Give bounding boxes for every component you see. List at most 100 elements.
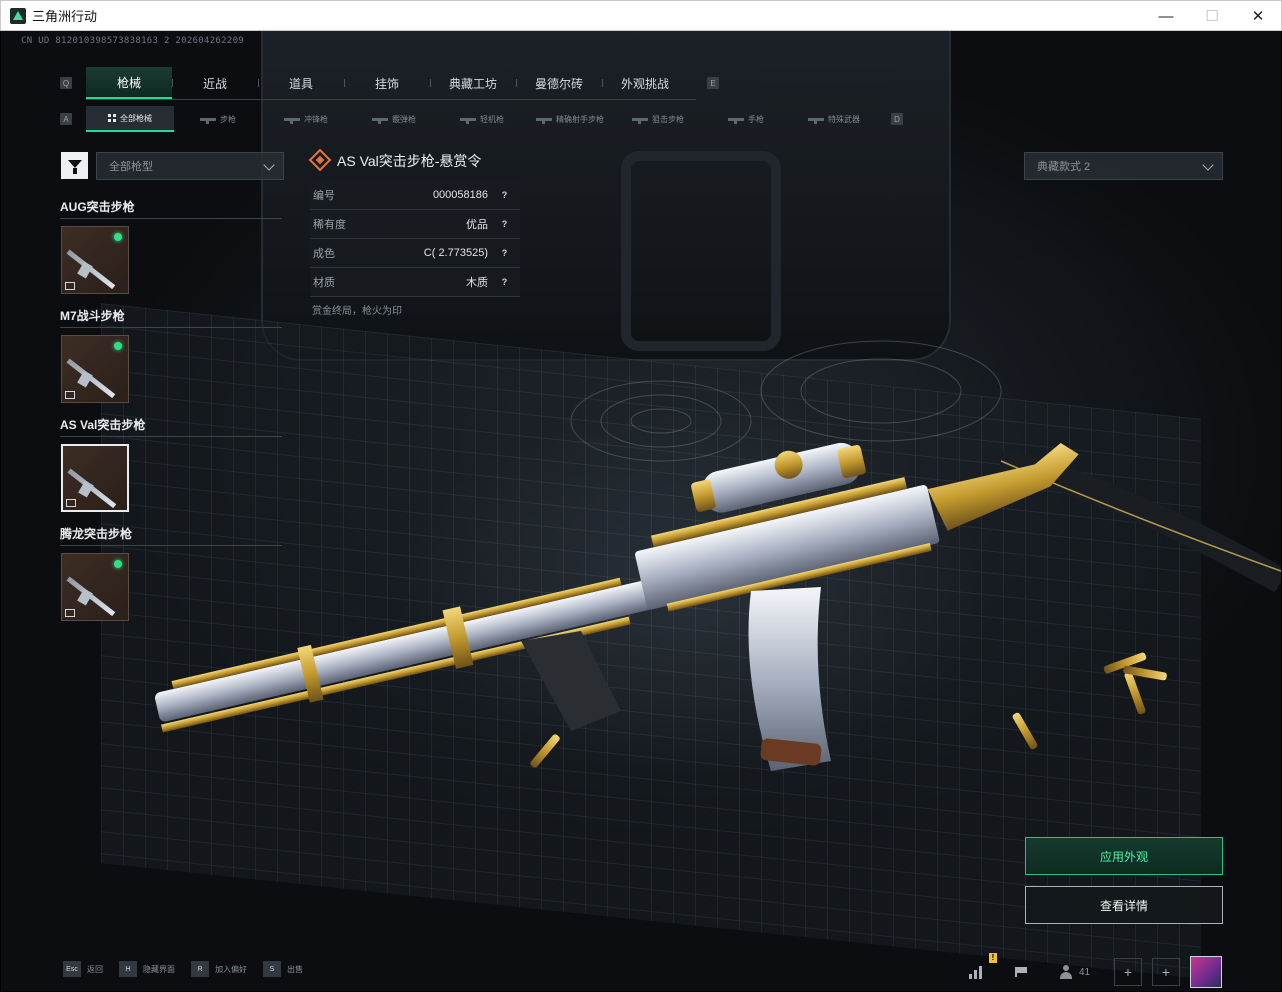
weapon-skin-thumbnail[interactable]	[61, 335, 129, 403]
weapon-skin-thumbnail[interactable]	[61, 226, 129, 294]
pistol-icon	[728, 117, 744, 124]
tabs-divider	[86, 99, 696, 100]
flag-button[interactable]	[1015, 957, 1027, 987]
hint-add-favorite[interactable]: R 加入偏好	[191, 961, 247, 977]
chevron-down-icon	[1202, 159, 1214, 171]
equipped-indicator-icon	[114, 342, 122, 350]
smg-icon	[284, 117, 300, 124]
subtab-sniper[interactable]: 狙击步枪	[614, 106, 702, 132]
equipped-indicator-icon	[114, 233, 122, 241]
gun-type-select-value: 全部枪型	[109, 161, 153, 173]
key-cap: Esc	[63, 961, 81, 977]
tab-melee[interactable]: 近战	[172, 67, 258, 99]
subtab-smg[interactable]: 冲锋枪	[262, 106, 350, 132]
dmr-icon	[536, 117, 552, 124]
image-icon	[65, 391, 75, 399]
plus-icon: +	[1114, 958, 1142, 986]
property-value: 000058186	[432, 189, 488, 201]
special-weapon-icon	[808, 117, 824, 124]
help-icon[interactable]: ?	[498, 247, 511, 260]
subtab-label: 手枪	[748, 114, 764, 124]
property-key: 编号	[313, 190, 335, 202]
next-subtab-key-hint: D	[891, 113, 903, 125]
sniper-icon	[632, 117, 648, 124]
window-titlebar[interactable]: 三角洲行动 — ☐ ✕	[0, 0, 1282, 31]
subtab-dmr[interactable]: 精确射手步枪	[526, 106, 614, 132]
case-handle-background	[621, 151, 781, 351]
subtab-label: 精确射手步枪	[556, 114, 604, 124]
hint-label: 出售	[287, 964, 303, 974]
filter-icon	[67, 159, 82, 174]
hint-sell[interactable]: S 出售	[263, 961, 303, 977]
tab-items[interactable]: 道具	[258, 67, 344, 99]
property-key: 材质	[313, 277, 335, 289]
stats-button[interactable]: !	[969, 953, 997, 987]
help-icon[interactable]: ?	[498, 276, 511, 289]
subtab-all-guns[interactable]: 全部枪械	[86, 106, 174, 132]
tab-appearance-challenge[interactable]: 外观挑战	[602, 67, 688, 99]
view-details-button[interactable]: 查看详情	[1025, 886, 1223, 924]
minimize-button[interactable]: —	[1143, 1, 1189, 31]
weapon-group-aug: AUG突击步枪	[60, 199, 282, 308]
apply-skin-button[interactable]: 应用外观	[1025, 837, 1223, 875]
weapon-name: AUG突击步枪	[60, 199, 282, 219]
next-tab-key-hint: E	[707, 77, 719, 89]
hint-back[interactable]: Esc 返回	[63, 961, 103, 977]
collection-style-select-value: 典藏款式 2	[1037, 161, 1091, 173]
chevron-down-icon	[263, 159, 275, 171]
friends-button[interactable]: 41	[1059, 957, 1090, 987]
subtab-lmg[interactable]: 轻机枪	[438, 106, 526, 132]
invite-slot-2[interactable]: +	[1152, 957, 1180, 987]
maximize-button[interactable]: ☐	[1189, 1, 1235, 31]
property-value: 木质	[466, 277, 488, 289]
key-cap: S	[263, 961, 281, 977]
subtab-label: 步枪	[220, 114, 236, 124]
weapon-skin-thumbnail[interactable]	[61, 553, 129, 621]
subtab-special[interactable]: 特殊武器	[790, 106, 878, 132]
key-cap: R	[191, 961, 209, 977]
help-icon[interactable]: ?	[498, 189, 511, 202]
flag-icon	[1015, 967, 1027, 977]
hint-label: 返回	[87, 964, 103, 974]
game-viewport: CN UD 812010398573838163 2 202604262209 …	[1, 31, 1281, 991]
bar-chart-icon	[969, 965, 983, 979]
help-icon[interactable]: ?	[498, 218, 511, 231]
image-icon	[65, 609, 75, 617]
gun-type-select[interactable]: 全部枪型	[96, 152, 284, 180]
tab-mandel-brick[interactable]: 曼德尔砖	[516, 67, 602, 99]
collection-style-select[interactable]: 典藏款式 2	[1024, 152, 1223, 180]
subtab-label: 冲锋枪	[304, 114, 328, 124]
skin-properties: 编号 000058186 ? 稀有度 优品 ? 成色 C( 2.773525) …	[310, 181, 520, 297]
prev-tab-key-hint: Q	[60, 77, 72, 89]
subtab-label: 霰弹枪	[392, 114, 416, 124]
invite-slot-1[interactable]: +	[1114, 957, 1142, 987]
close-button[interactable]: ✕	[1235, 1, 1281, 31]
image-icon	[65, 282, 75, 290]
weapon-skin-thumbnail-selected[interactable]	[61, 444, 129, 512]
key-cap: H	[119, 961, 137, 977]
hint-hide-ui[interactable]: H 隐藏界面	[119, 961, 175, 977]
friends-icon	[1059, 965, 1073, 979]
subtab-label: 轻机枪	[480, 114, 504, 124]
property-row-serial: 编号 000058186 ?	[310, 181, 520, 210]
grid-icon	[108, 114, 116, 122]
subtab-pistols[interactable]: 手枪	[702, 106, 790, 132]
subtab-rifles[interactable]: 步枪	[174, 106, 262, 132]
player-avatar-button[interactable]	[1190, 956, 1222, 988]
player-uid-watermark: CN UD 812010398573838163 2 202604262209	[21, 36, 245, 46]
property-row-material: 材质 木质 ?	[310, 268, 520, 297]
skin-motto: 赏金终局，枪火为印	[312, 306, 402, 317]
hint-label: 隐藏界面	[143, 964, 175, 974]
tab-collection-workshop[interactable]: 典藏工坊	[430, 67, 516, 99]
subtab-shotguns[interactable]: 霰弹枪	[350, 106, 438, 132]
property-row-rarity: 稀有度 优品 ?	[310, 210, 520, 239]
new-notice-badge: !	[989, 953, 997, 963]
property-row-wear: 成色 C( 2.773525) ?	[310, 239, 520, 268]
property-value: C( 2.773525)	[423, 247, 488, 259]
tab-guns[interactable]: 枪械	[86, 67, 172, 99]
filter-button[interactable]	[61, 152, 88, 179]
weapon-3d-preview[interactable]	[121, 351, 1281, 801]
tab-charms[interactable]: 挂饰	[344, 67, 430, 99]
rifle-icon	[200, 117, 216, 124]
keyboard-hints: Esc 返回 H 隐藏界面 R 加入偏好 S 出售	[63, 961, 303, 977]
